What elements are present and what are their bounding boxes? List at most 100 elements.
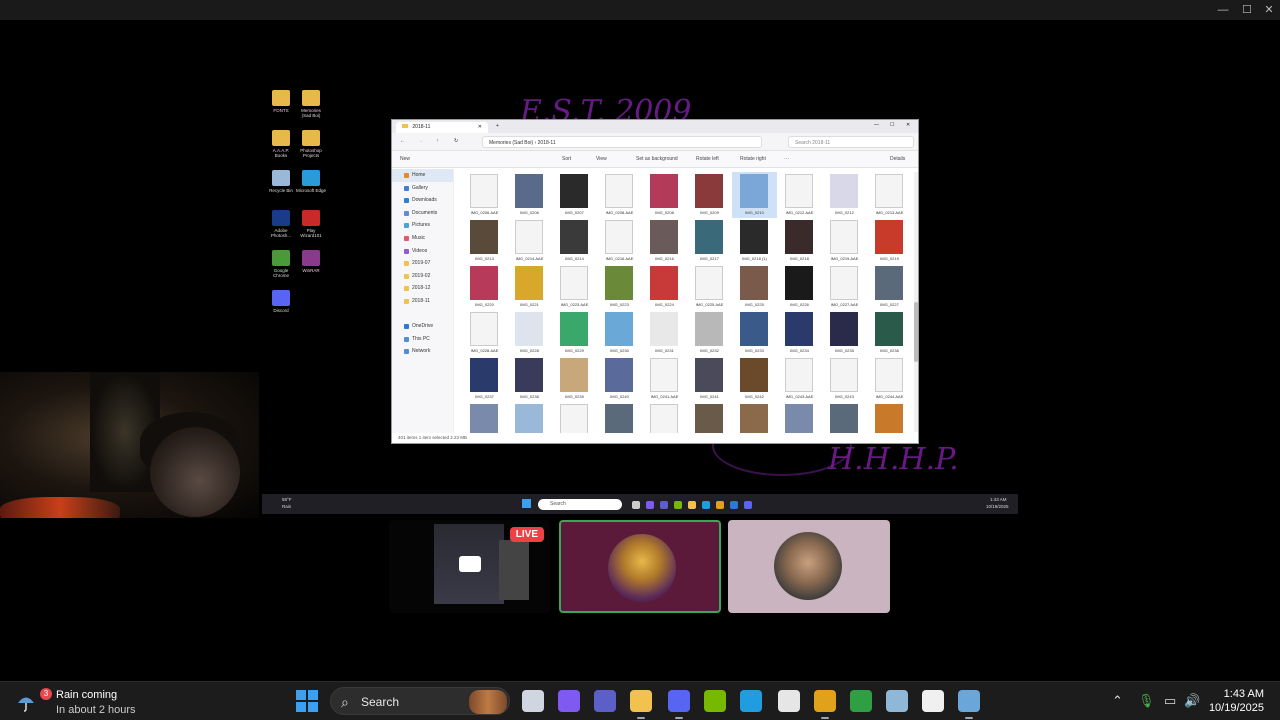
remote-app-icon[interactable]	[716, 501, 724, 509]
file-item[interactable]: IMG_0233	[732, 310, 777, 356]
file-explorer-icon[interactable]	[630, 690, 652, 719]
explorer-minimize-icon[interactable]: —	[874, 122, 879, 128]
remote-app-icon[interactable]	[660, 501, 668, 509]
file-item[interactable]: IMG_0226	[777, 264, 822, 310]
nav-item[interactable]: Documents	[392, 207, 453, 220]
system-clock[interactable]: 1:43 AM 10/19/2025	[1209, 687, 1264, 715]
explorer-search-input[interactable]: Search 2018-11	[788, 136, 914, 148]
speaker-icon[interactable]: 🔊	[1184, 693, 1200, 709]
new-tab-icon[interactable]: +	[496, 123, 499, 129]
file-item[interactable]: IMG_0243	[822, 356, 867, 402]
nav-item[interactable]: Downloads	[392, 194, 453, 207]
discord-icon[interactable]	[668, 690, 690, 719]
desktop-icon[interactable]: Recycle Bin	[266, 170, 296, 193]
close-icon[interactable]: ✕	[1258, 2, 1280, 18]
file-item[interactable]: IMG_0210	[732, 172, 777, 218]
file-item[interactable]: IMG_0206	[507, 172, 552, 218]
teams-icon[interactable]	[594, 690, 616, 712]
file-item[interactable]: IMG_0220	[462, 264, 507, 310]
remote-app-icon[interactable]	[632, 501, 640, 509]
obs-icon[interactable]	[778, 690, 800, 712]
file-item[interactable]: IMG_0206.AAE	[462, 172, 507, 218]
file-item[interactable]: IMG_0241.AAE	[642, 356, 687, 402]
desktop-icon[interactable]: Google Chrome	[266, 250, 296, 278]
file-item[interactable]: IMG_0239	[552, 356, 597, 402]
nav-item[interactable]: 2018-12	[392, 282, 453, 295]
nav-item[interactable]: 2019-02	[392, 270, 453, 283]
file-item[interactable]: IMG_0212	[822, 172, 867, 218]
nav-item[interactable]: This PC	[392, 333, 453, 346]
display-icon[interactable]: ▭	[1164, 693, 1176, 709]
tab-close-icon[interactable]: ✕	[478, 124, 482, 130]
remote-search-input[interactable]: Search	[538, 499, 622, 510]
file-item[interactable]: IMG_0224	[642, 264, 687, 310]
view-button[interactable]: View	[596, 156, 607, 162]
microphone-icon[interactable]: 🎙	[1138, 693, 1155, 709]
remote-app-icon[interactable]	[674, 501, 682, 509]
file-item[interactable]: IMG_0218	[777, 218, 822, 264]
file-item[interactable]: IMG_0219	[867, 218, 912, 264]
nvidia-icon[interactable]	[704, 690, 726, 712]
desktop-icon[interactable]: A.A.A.P. Books	[266, 130, 296, 158]
file-item[interactable]: IMG_0208	[642, 172, 687, 218]
desktop-icon[interactable]: Microsoft Edge	[296, 170, 326, 193]
file-item[interactable]: IMG_0228.AAE	[462, 310, 507, 356]
file-item[interactable]: IMG_0228	[507, 310, 552, 356]
sort-button[interactable]: Sort	[562, 156, 571, 162]
file-item[interactable]: IMG_0227.AAE	[822, 264, 867, 310]
rotate-right-button[interactable]: Rotate right	[740, 156, 766, 162]
file-item[interactable]: IMG_0241	[687, 356, 732, 402]
maximize-icon[interactable]: ☐	[1236, 2, 1258, 18]
nav-item[interactable]: OneDrive	[392, 320, 453, 333]
desktop-icon[interactable]: Adobe Photosh...	[266, 210, 296, 238]
nav-item[interactable]: Videos	[392, 245, 453, 258]
desktop-icon[interactable]: WinRAR	[296, 250, 326, 273]
file-item[interactable]: IMG_0214.AAE	[507, 218, 552, 264]
file-item[interactable]: IMG_0223.AAE	[552, 264, 597, 310]
set-background-button[interactable]: Set as background	[636, 156, 678, 162]
nav-item[interactable]: Home	[392, 169, 453, 182]
breadcrumb-current[interactable]: 2018-11	[538, 140, 556, 146]
more-icon[interactable]: ···	[784, 156, 789, 162]
file-item[interactable]: IMG_0216.AAE	[597, 218, 642, 264]
nav-item[interactable]: 2018-11	[392, 295, 453, 308]
scrollbar[interactable]	[914, 172, 918, 432]
breadcrumb[interactable]: Memories (Sad Boi) › 2018-11	[482, 136, 762, 148]
file-item[interactable]: IMG_0237	[462, 356, 507, 402]
file-item[interactable]: IMG_0229	[552, 310, 597, 356]
file-item[interactable]: IMG_0216	[642, 218, 687, 264]
remote-app-icon[interactable]	[688, 501, 696, 509]
stream-preview-tile[interactable]: LIVE	[389, 520, 550, 613]
desktop-icon[interactable]: Photoshop Projects	[296, 130, 326, 158]
desktop-icon[interactable]: Memories (Sad Boi)	[296, 90, 326, 118]
remote-app-icon[interactable]	[744, 501, 752, 509]
file-item[interactable]: IMG_0232	[687, 310, 732, 356]
file-item[interactable]: IMG_0209	[687, 172, 732, 218]
nav-item[interactable]: 2019-07	[392, 257, 453, 270]
file-item[interactable]: IMG_0225.AAE	[687, 264, 732, 310]
file-item[interactable]: IMG_0230	[597, 310, 642, 356]
desktop-icon[interactable]: FONTS	[266, 90, 296, 113]
weather-widget[interactable]: 3 Rain coming In about 2 hours	[14, 686, 174, 718]
file-item[interactable]: IMG_0238	[507, 356, 552, 402]
nav-item[interactable]: Music	[392, 232, 453, 245]
file-item[interactable]: IMG_0213.AAE	[867, 172, 912, 218]
refresh-icon[interactable]: ↻	[454, 138, 458, 144]
xbox-icon[interactable]	[850, 690, 872, 712]
remote-app-icon[interactable]	[646, 501, 654, 509]
search-box[interactable]: ⌕ Search	[330, 687, 510, 715]
file-item[interactable]: IMG_0227	[867, 264, 912, 310]
details-button[interactable]: Details	[890, 156, 905, 162]
desktop-icon[interactable]: Discord	[266, 290, 296, 313]
back-icon[interactable]: ←	[400, 138, 405, 144]
desktop-icon[interactable]: Play Wizard101	[296, 210, 326, 238]
file-item[interactable]: IMG_0213	[462, 218, 507, 264]
minimize-icon[interactable]: —	[1212, 2, 1234, 18]
file-item[interactable]: IMG_0231	[642, 310, 687, 356]
nav-item[interactable]: Network	[392, 345, 453, 358]
edge-icon[interactable]	[740, 690, 762, 712]
file-item[interactable]: IMG_0214	[552, 218, 597, 264]
nav-item[interactable]: Gallery	[392, 182, 453, 195]
nav-item[interactable]: Pictures	[392, 219, 453, 232]
file-item[interactable]: IMG_0212.AAE	[777, 172, 822, 218]
